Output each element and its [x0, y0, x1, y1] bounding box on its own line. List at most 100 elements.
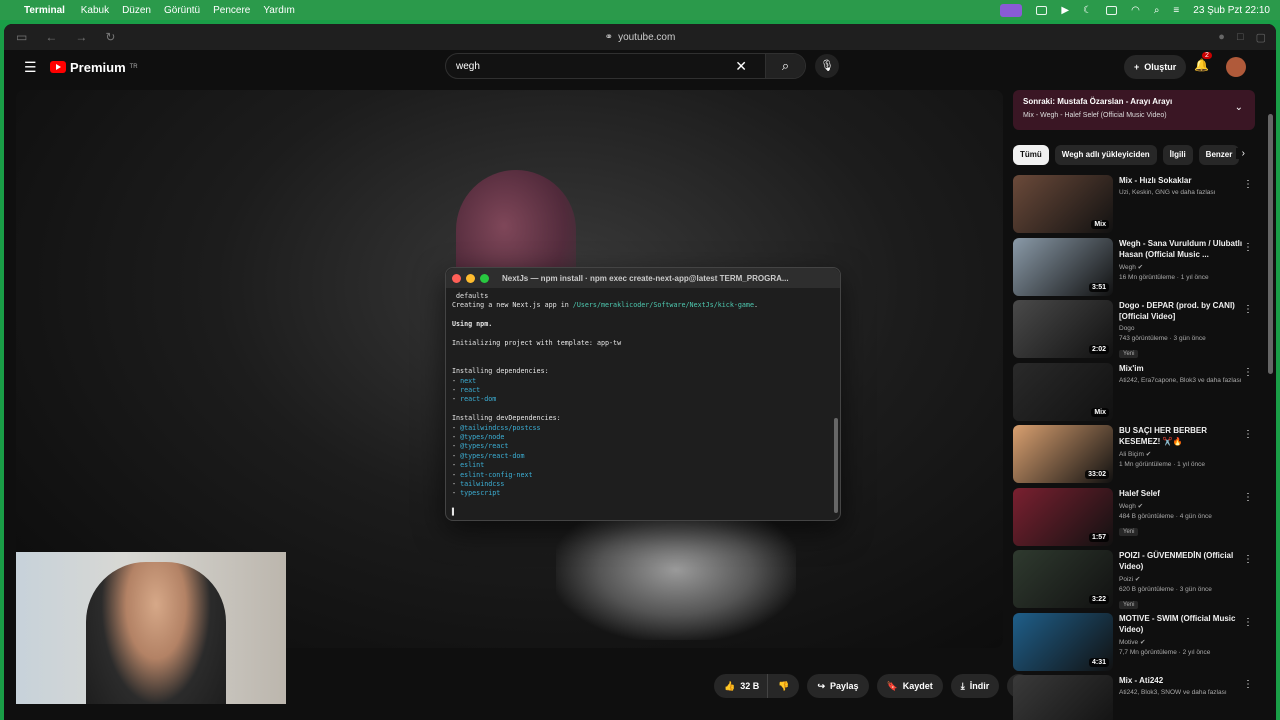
page-scrollbar[interactable] — [1268, 114, 1273, 374]
kebab-menu-icon[interactable]: ⋮ — [1243, 492, 1253, 503]
video-thumbnail[interactable]: Mix — [1013, 175, 1113, 233]
extension-icon[interactable]: ● — [1218, 31, 1225, 44]
wifi-icon[interactable]: ◠ — [1131, 5, 1140, 16]
forward-icon[interactable]: → — [75, 30, 87, 44]
like-button[interactable]: 👍 32 B — [714, 674, 768, 698]
address-bar[interactable]: ⚭ youtube.com — [605, 32, 676, 43]
terminal-output[interactable]: defaults Creating a new Next.js app in /U… — [446, 288, 840, 522]
video-thumbnail[interactable]: 33:02 — [1013, 425, 1113, 483]
window-icon[interactable] — [1036, 5, 1048, 15]
control-center-icon[interactable]: ≡ — [1173, 5, 1179, 16]
share-icon[interactable]: □ — [1237, 31, 1244, 44]
video-item[interactable]: Mix Mix'im Ati242, Era7capone, Blok3 ve da… — [1013, 362, 1255, 426]
menu-item[interactable]: Görüntü — [164, 5, 200, 16]
video-thumbnail[interactable]: 3:51 — [1013, 237, 1113, 296]
video-item[interactable]: 33:02 BU SAÇI HER BERBER KESEMEZ! ✂️🔥 Ali … — [1013, 425, 1255, 488]
filter-chip[interactable]: Wegh adlı yükleyiciden — [1054, 145, 1157, 165]
video-item[interactable]: 2:02 Dogo - DEPAR (prod. by CANI) [Offici… — [1013, 300, 1255, 363]
youtube-logo[interactable]: Premium TR — [50, 60, 138, 75]
recommendation-list: Mix Mix - Hızlı Sokaklar Uzi, Keskin, GNG … — [1013, 175, 1255, 720]
video-thumbnail[interactable]: Mix — [1013, 362, 1113, 421]
video-item[interactable]: Mix - Ati242 Ati242, Blok3, SNOW ve daha … — [1013, 675, 1255, 720]
back-icon[interactable]: ← — [45, 30, 57, 44]
filter-chips: Tümü Wegh adlı yükleyiciden İlgili Benzer › — [1013, 145, 1255, 165]
dislike-button[interactable]: 👎 — [767, 674, 800, 698]
video-item[interactable]: 3:22 POIZI - GÜVENMEDİN (Official Video) P… — [1013, 550, 1255, 613]
up-next-panel[interactable]: Sonraki: Mustafa Özarslan - Arayı Arayı … — [1013, 90, 1255, 130]
sidebar-toggle-icon[interactable]: ▭ — [16, 30, 27, 44]
search-button[interactable]: ⌕ — [765, 54, 805, 78]
kebab-menu-icon[interactable]: ⋮ — [1243, 367, 1253, 378]
video-thumbnail[interactable] — [1013, 675, 1113, 720]
battery-icon[interactable] — [1106, 5, 1118, 15]
menu-item[interactable]: Yardım — [263, 5, 295, 16]
share-button[interactable]: ↪ Paylaş — [807, 674, 869, 698]
video-thumbnail[interactable]: 2:02 — [1013, 300, 1113, 358]
zoom-icon[interactable] — [480, 273, 489, 283]
video-thumbnail[interactable]: 3:22 — [1013, 550, 1113, 608]
download-button[interactable]: ⤓ İndir — [950, 674, 1000, 698]
terminal-line: - react-dom — [452, 395, 834, 404]
video-thumbnail[interactable]: 1:57 — [1013, 487, 1113, 546]
create-label: Oluştur — [1144, 62, 1177, 72]
play-icon[interactable]: ▶ — [1061, 5, 1069, 16]
menu-icon[interactable]: ☰ — [24, 59, 37, 76]
terminal-window[interactable]: NextJs — npm install · npm exec create-n… — [445, 267, 841, 521]
kebab-menu-icon[interactable]: ⋮ — [1243, 679, 1253, 690]
chevron-right-icon[interactable]: › — [1235, 148, 1245, 159]
notification-badge: 2 — [1202, 52, 1212, 59]
video-thumbnail[interactable]: 4:31 — [1013, 612, 1113, 671]
terminal-text: Installing dependencies: — [452, 367, 549, 376]
terminal-scrollbar[interactable] — [834, 418, 838, 513]
video-info: Mix'im Ati242, Era7capone, Blok3 ve daha … — [1119, 363, 1247, 426]
save-button[interactable]: 🔖 Kaydet — [876, 674, 943, 698]
video-item[interactable]: 3:51 Wegh - Sana Vuruldum / Ulubatlı Hasa… — [1013, 237, 1255, 301]
video-item[interactable]: 4:31 MOTIVE - SWIM (Official Music Video)… — [1013, 612, 1255, 676]
create-button[interactable]: + Oluştur — [1124, 55, 1187, 79]
search-icon[interactable]: ⌕ — [1154, 5, 1160, 16]
search-input[interactable]: wegh — [456, 61, 735, 72]
video-item[interactable]: Mix Mix - Hızlı Sokaklar Uzi, Keskin, GNG … — [1013, 175, 1255, 238]
kebab-menu-icon[interactable]: ⋮ — [1243, 242, 1253, 253]
voice-search-icon[interactable]: 🎙 — [815, 54, 839, 78]
avatar[interactable] — [1226, 57, 1246, 77]
filter-chip[interactable]: Benzer — [1198, 145, 1240, 165]
filter-chip[interactable]: Tümü — [1013, 145, 1049, 165]
terminal-title: NextJs — npm install · npm exec create-n… — [502, 273, 789, 283]
terminal-line: - react — [452, 386, 834, 395]
terminal-line: - typescript — [452, 489, 834, 498]
menu-item[interactable]: Pencere — [213, 5, 250, 16]
clear-search-icon[interactable]: ✕ — [735, 58, 747, 75]
notifications-icon[interactable]: 🔔 2 — [1194, 52, 1212, 72]
video-info: MOTIVE - SWIM (Official Music Video) Moti… — [1119, 613, 1247, 676]
menu-item[interactable]: Düzen — [122, 5, 151, 16]
duration-badge: 4:31 — [1088, 657, 1109, 667]
filter-chip[interactable]: İlgili — [1162, 145, 1193, 165]
kebab-menu-icon[interactable]: ⋮ — [1243, 554, 1253, 565]
youtube-header: ☰ Premium TR wegh ✕ ⌕ 🎙 + Oluştur 🔔 2 — [4, 50, 1276, 84]
tabs-icon[interactable]: ▢ — [1256, 31, 1266, 44]
duration-badge: 33:02 — [1085, 470, 1109, 479]
reload-icon[interactable]: ↻ — [105, 30, 115, 44]
moon-icon[interactable]: ☾ — [1083, 5, 1092, 16]
screen-record-icon[interactable] — [1000, 3, 1023, 17]
logo-text: Premium — [70, 59, 126, 75]
video-info: Halef Selef Wegh ✔ 484 B görüntüleme · 4 g… — [1119, 488, 1247, 551]
terminal-line: Initializing project with template: app-… — [452, 339, 834, 348]
terminal-text: . — [753, 301, 759, 310]
menu-item[interactable]: Kabuk — [81, 5, 109, 16]
chevron-down-icon[interactable]: ⌄ — [1235, 102, 1243, 113]
video-meta: 16 Mn görüntüleme · 1 yıl önce — [1119, 273, 1209, 281]
menu-app-name[interactable]: Terminal — [24, 5, 65, 16]
kebab-menu-icon[interactable]: ⋮ — [1243, 179, 1253, 190]
video-item[interactable]: 1:57 Halef Selef Wegh ✔ 484 B görüntüleme ·… — [1013, 487, 1255, 551]
kebab-menu-icon[interactable]: ⋮ — [1243, 304, 1253, 315]
kebab-menu-icon[interactable]: ⋮ — [1243, 617, 1253, 628]
close-icon[interactable] — [452, 273, 461, 283]
minimize-icon[interactable] — [466, 273, 475, 283]
kebab-menu-icon[interactable]: ⋮ — [1243, 429, 1253, 440]
video-info: Wegh - Sana Vuruldum / Ulubatlı Hasan (O… — [1119, 238, 1247, 301]
clock-datetime[interactable]: 23 Şub Pzt 22:10 — [1193, 5, 1270, 16]
terminal-package: typescript — [460, 489, 501, 498]
